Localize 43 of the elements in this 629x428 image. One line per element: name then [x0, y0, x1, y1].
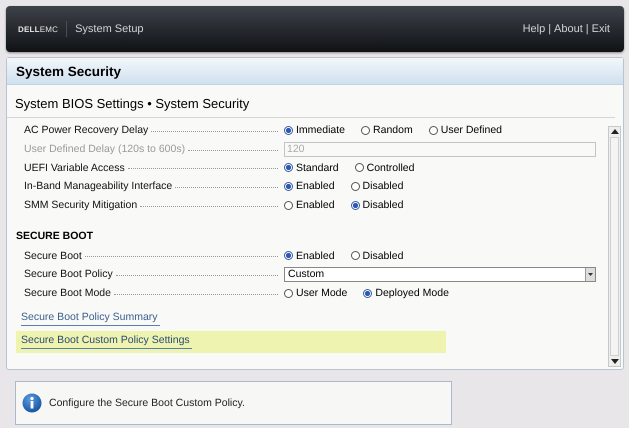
- radio-option[interactable]: User Defined: [428, 124, 502, 136]
- app-title: System Setup: [75, 23, 144, 35]
- radio-option[interactable]: Deployed Mode: [363, 287, 449, 300]
- menu-link-row[interactable]: Secure Boot Policy Summary: [16, 308, 446, 330]
- radio-option[interactable]: Enabled: [284, 250, 335, 262]
- radio-option[interactable]: Standard: [284, 162, 339, 174]
- setting-label: UEFI Variable Access: [23, 162, 125, 174]
- logo: DELLEMC: [18, 24, 58, 34]
- menu-link[interactable]: Secure Boot Custom Policy Settings: [21, 334, 192, 349]
- menu-link-row[interactable]: Secure Boot Custom Policy Settings: [16, 330, 446, 352]
- radio-option[interactable]: Disabled: [350, 199, 404, 212]
- menu-link[interactable]: Secure Boot Policy Summary: [21, 311, 160, 326]
- scroll-up-icon[interactable]: [610, 129, 618, 134]
- setting-label: In-Band Manageability Interface: [23, 180, 172, 192]
- radio-option[interactable]: Disabled: [350, 180, 404, 192]
- scrollbar[interactable]: [608, 126, 621, 367]
- radio-option[interactable]: Enabled: [284, 199, 335, 212]
- scroll-thumb[interactable]: [610, 137, 619, 356]
- link-separator: |: [586, 23, 589, 35]
- setting-label: SMM Security Mitigation: [23, 199, 138, 212]
- info-icon: [22, 393, 42, 413]
- header-link[interactable]: Help: [522, 23, 546, 35]
- link-separator: |: [548, 23, 552, 35]
- radio-option[interactable]: Enabled: [284, 180, 335, 192]
- header-link[interactable]: Exit: [592, 23, 610, 35]
- header-link[interactable]: About: [554, 23, 583, 35]
- scroll-down-icon[interactable]: [610, 359, 618, 364]
- setting-label: Secure Boot: [23, 250, 82, 262]
- section-heading: SECURE BOOT: [16, 230, 94, 242]
- radio-option[interactable]: Immediate: [284, 124, 346, 136]
- setting-label: Secure Boot Mode: [23, 287, 111, 300]
- radio-option[interactable]: User Mode: [284, 287, 348, 300]
- dropdown[interactable]: Custom: [284, 266, 596, 282]
- input-field: 120: [284, 142, 596, 157]
- radio-option[interactable]: Disabled: [350, 250, 404, 262]
- info-text: Configure the Secure Boot Custom Policy.: [49, 397, 245, 409]
- radio-option[interactable]: Random: [361, 124, 413, 136]
- radio-option[interactable]: Controlled: [354, 162, 414, 174]
- setting-label: AC Power Recovery Delay: [23, 124, 148, 136]
- panel-title: System Security: [7, 58, 623, 85]
- breadcrumb: System BIOS Settings • System Security: [7, 85, 615, 118]
- setting-label: User Defined Delay (120s to 600s): [23, 143, 186, 156]
- setting-label: Secure Boot Policy: [23, 268, 113, 280]
